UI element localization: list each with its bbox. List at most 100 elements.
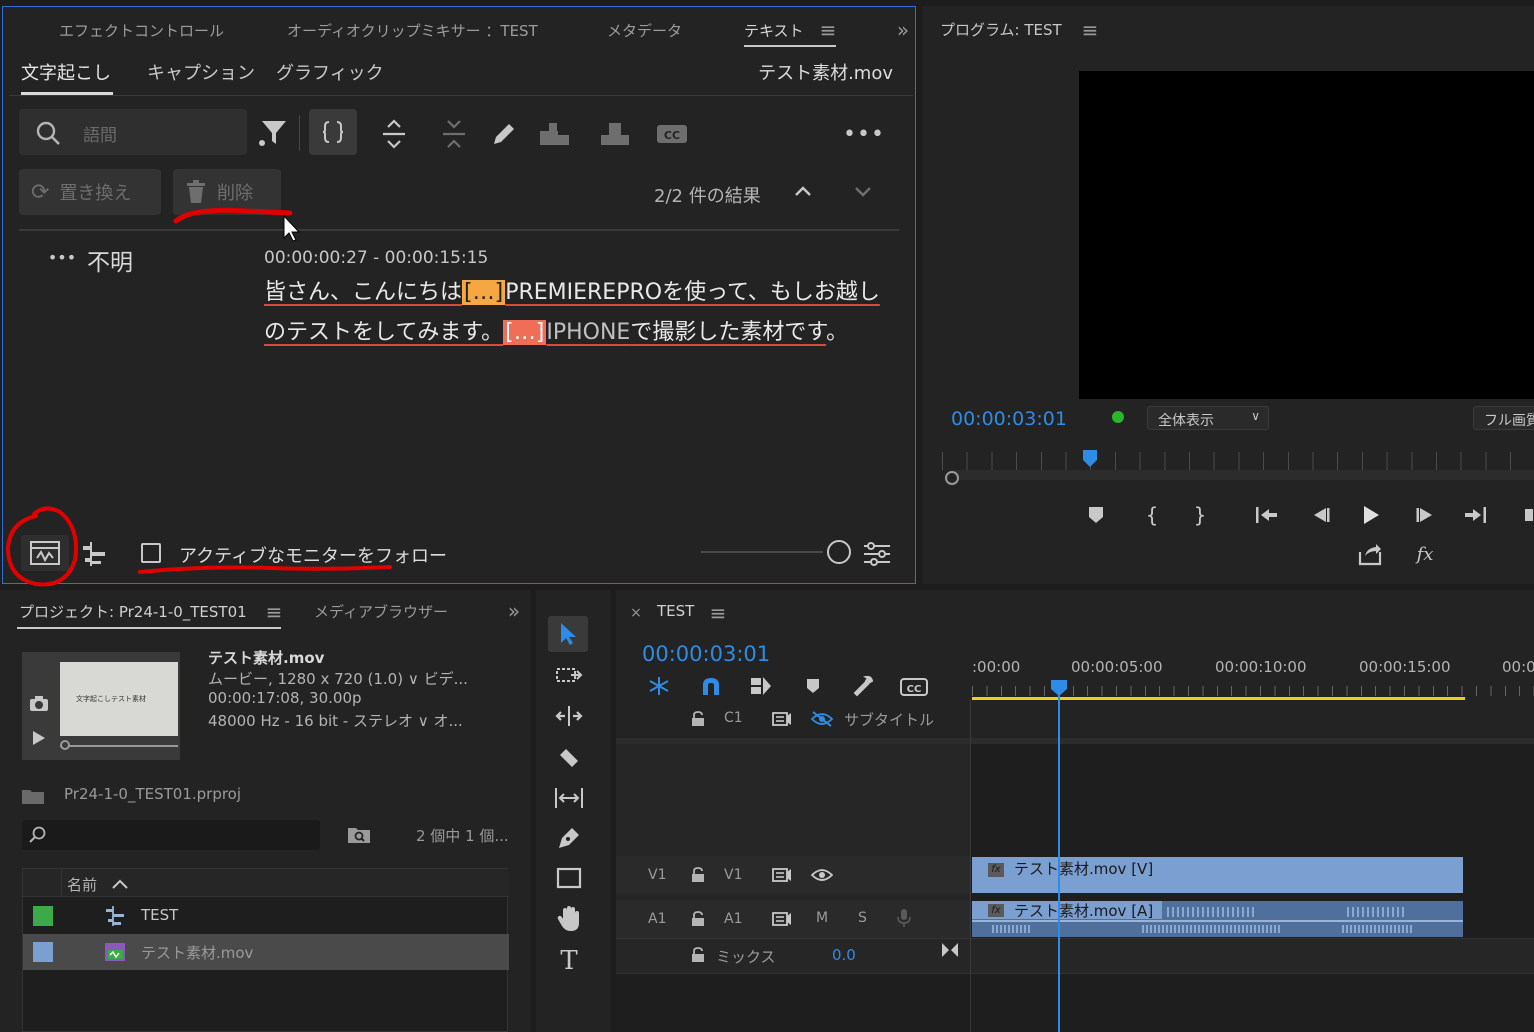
cc-icon[interactable]: CC — [655, 121, 689, 147]
eye-hidden-icon[interactable] — [810, 708, 834, 730]
insert-clip-icon[interactable] — [537, 119, 573, 149]
delete-button[interactable]: 削除 — [173, 169, 281, 215]
overflow-chevron-icon[interactable]: » — [893, 18, 913, 42]
play-icon[interactable] — [1358, 501, 1384, 529]
project-search-input[interactable] — [22, 820, 320, 850]
tab-metadata[interactable]: メタデータ — [607, 20, 682, 41]
sort-ascending-icon[interactable] — [111, 877, 129, 891]
lift-icon[interactable] — [1520, 506, 1534, 524]
zoom-scroll-handle[interactable] — [945, 471, 959, 485]
pencil-icon[interactable] — [489, 119, 519, 149]
audio-clip[interactable]: fx テスト素材.mov [A] — [972, 901, 1463, 937]
panel-menu-icon[interactable] — [1080, 19, 1100, 41]
tab-text[interactable]: テキスト — [744, 20, 804, 41]
time-ruler[interactable] — [942, 452, 1534, 470]
play-icon[interactable] — [28, 728, 50, 748]
lock-icon[interactable] — [688, 864, 708, 886]
speaker-options-icon[interactable]: ••• — [48, 247, 76, 267]
preview-scrubber[interactable] — [60, 745, 178, 747]
transcript-line-1[interactable]: 皆さん、こんにちは[…]PREMIEREPROを使って、もしお越し — [264, 273, 880, 313]
go-to-end-icon[interactable] — [940, 940, 960, 960]
program-timecode[interactable]: 00:00:03:01 — [951, 408, 1067, 430]
filter-icon[interactable] — [257, 117, 289, 147]
search-box[interactable]: 語間 — [19, 109, 247, 155]
settings-sliders-icon[interactable] — [861, 539, 893, 569]
track-output-icon[interactable] — [770, 908, 794, 930]
zoom-slider-handle[interactable] — [827, 540, 851, 564]
mark-out-icon[interactable]: } — [1188, 503, 1212, 527]
subtab-captions[interactable]: キャプション — [147, 59, 255, 85]
follow-monitor-checkbox[interactable] — [141, 543, 161, 563]
export-frame-icon[interactable] — [1356, 541, 1384, 567]
column-name-header[interactable]: 名前 — [67, 874, 97, 895]
step-back-icon[interactable] — [1308, 503, 1332, 527]
quality-dropdown[interactable]: フル画質 — [1473, 406, 1534, 430]
selection-tool[interactable] — [548, 616, 588, 652]
lock-icon[interactable] — [688, 708, 708, 730]
media-preview[interactable]: 文字起こしテスト素材 — [22, 652, 180, 760]
align-toggle-button[interactable] — [309, 109, 357, 155]
expand-lines-icon[interactable] — [379, 119, 409, 149]
tab-media-browser[interactable]: メディアブラウザー — [314, 601, 448, 622]
transcript-line-2[interactable]: のテストをしてみます。[…]IPHONEで撮影した素材です。 — [264, 313, 848, 353]
source-patch-a1[interactable]: A1 — [648, 911, 666, 927]
sequence-tab[interactable]: TEST — [657, 602, 694, 620]
replace-button[interactable]: ⟳ 置き換え — [19, 169, 161, 215]
type-tool-icon[interactable]: T — [554, 946, 584, 976]
rectangle-icon[interactable] — [554, 864, 584, 892]
tab-audio-clip-mixer[interactable]: オーディオクリップミキサー ：TEST — [287, 20, 538, 41]
source-patch-v1[interactable]: V1 — [648, 867, 666, 883]
program-video-frame[interactable] — [1079, 71, 1534, 399]
transcript-view-button[interactable] — [21, 535, 69, 571]
go-to-in-icon[interactable] — [1254, 503, 1280, 527]
label-color-swatch[interactable] — [33, 906, 53, 926]
zoom-slider-track[interactable] — [701, 551, 823, 553]
list-item-selected[interactable]: テスト素材.mov — [23, 934, 509, 970]
camera-icon[interactable] — [28, 694, 50, 714]
add-marker-icon[interactable] — [1084, 503, 1108, 527]
microphone-icon[interactable] — [894, 906, 914, 930]
razor-icon[interactable] — [554, 744, 584, 772]
go-to-out-icon[interactable] — [1462, 503, 1488, 527]
timeline-timecode[interactable]: 00:00:03:01 — [642, 642, 770, 666]
panel-menu-icon[interactable] — [264, 601, 284, 623]
solo-button[interactable]: S — [858, 910, 867, 926]
mix-volume-value[interactable]: 0.0 — [832, 946, 856, 964]
hand-icon[interactable] — [554, 904, 584, 934]
track-select-icon[interactable] — [554, 662, 584, 690]
panel-menu-icon[interactable] — [818, 19, 838, 41]
collapse-lines-icon[interactable] — [439, 119, 469, 149]
linked-selection-icon[interactable] — [748, 674, 774, 698]
panel-menu-icon[interactable] — [708, 602, 728, 624]
ripple-edit-icon[interactable] — [554, 702, 584, 730]
tab-project[interactable]: プロジェクト: Pr24-1-0_TEST01 — [19, 601, 247, 622]
list-item[interactable]: TEST — [23, 898, 509, 934]
lock-icon[interactable] — [688, 908, 708, 930]
pause-marker-selected[interactable]: […] — [503, 320, 547, 345]
pen-icon[interactable] — [554, 824, 584, 852]
nest-icon[interactable] — [646, 674, 672, 698]
find-folder-icon[interactable] — [346, 824, 372, 846]
preview-scrubber-handle[interactable] — [60, 740, 70, 750]
video-clip[interactable]: fx テスト素材.mov [V] — [972, 857, 1463, 893]
step-forward-icon[interactable] — [1414, 503, 1438, 527]
chevron-down-icon[interactable] — [851, 179, 875, 203]
speaker-name[interactable]: 不明 — [87, 243, 133, 277]
snap-magnet-icon[interactable] — [698, 674, 724, 698]
wrench-icon[interactable] — [850, 674, 876, 698]
close-icon[interactable]: × — [628, 604, 644, 622]
tab-effect-controls[interactable]: エフェクトコントロール — [59, 20, 224, 41]
folder-up-icon[interactable] — [20, 786, 46, 806]
program-title[interactable]: プログラム: TEST — [940, 19, 1062, 40]
pause-marker[interactable]: […] — [462, 280, 506, 305]
sequence-icon[interactable] — [79, 539, 109, 569]
label-color-swatch[interactable] — [33, 942, 53, 962]
fx-icon[interactable]: fx — [1412, 541, 1438, 567]
track-output-icon[interactable] — [770, 864, 794, 886]
track-output-icon[interactable] — [770, 708, 794, 730]
chevron-up-icon[interactable] — [791, 179, 815, 203]
slip-icon[interactable] — [554, 784, 584, 812]
subtab-graphics[interactable]: グラフィック — [276, 59, 384, 85]
playhead[interactable] — [1083, 450, 1097, 468]
lock-icon[interactable] — [688, 944, 708, 966]
